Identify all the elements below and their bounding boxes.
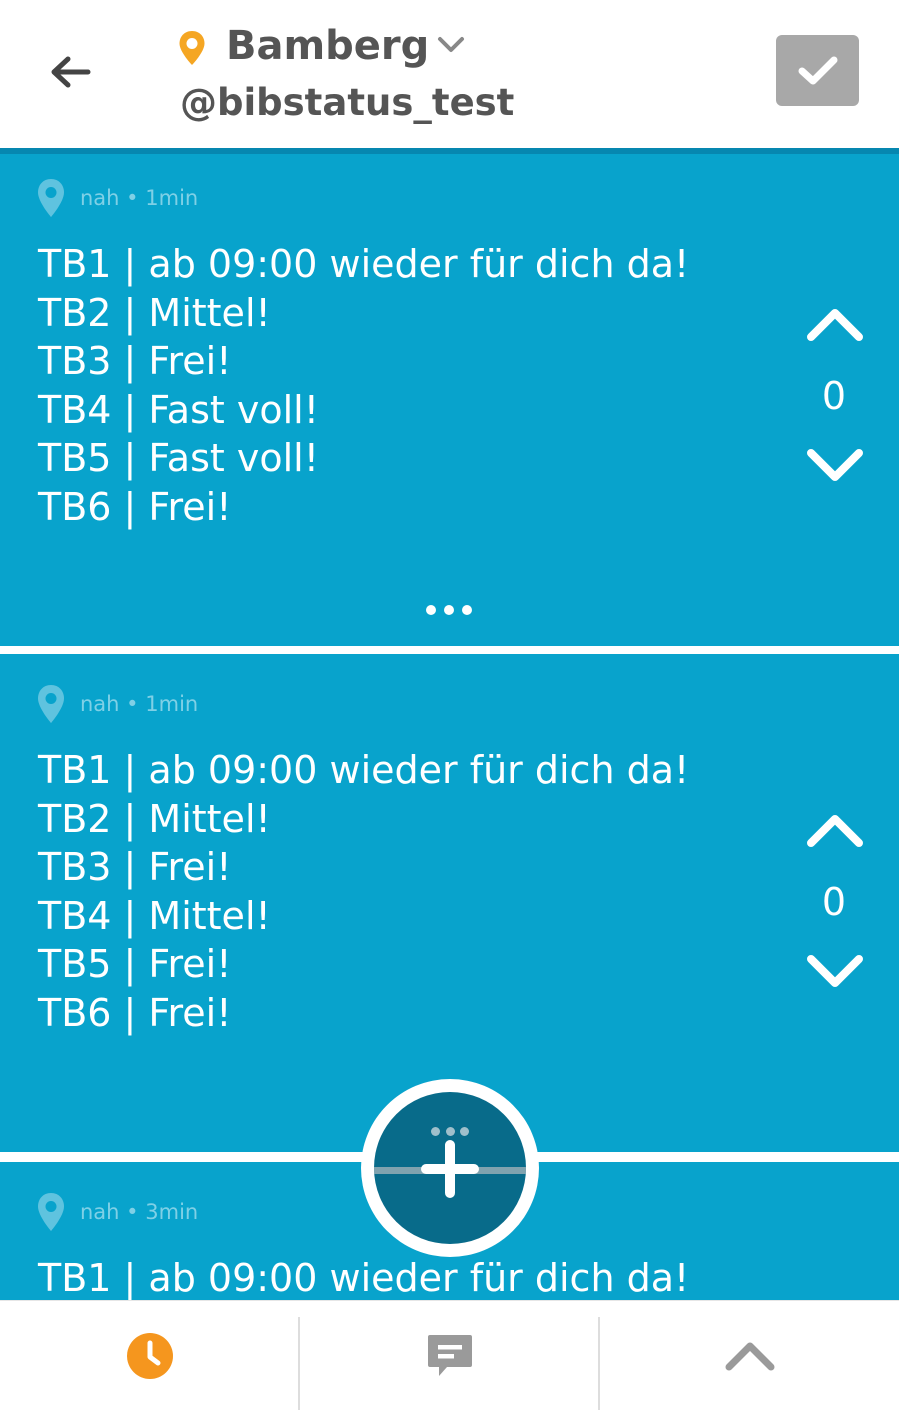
location-pin-icon: [38, 685, 64, 723]
post-line: TB3 | Frei!: [38, 339, 232, 383]
post-line: TB1 | ab 09:00 wieder für dich da!: [38, 748, 690, 792]
post-meta: nah • 1min: [36, 178, 198, 218]
post-meta-text: nah • 1min: [80, 186, 199, 210]
post-meta: nah • 3min: [36, 1192, 198, 1232]
post-distance: nah: [80, 692, 120, 716]
confirm-button[interactable]: [776, 35, 859, 106]
post-meta-text: nah • 1min: [80, 692, 199, 716]
post-line: TB4 | Fast voll!: [38, 387, 319, 432]
chevron-up-icon: [725, 1342, 774, 1371]
post-age: 1min: [145, 186, 199, 210]
nav-tab-top[interactable]: [600, 1301, 899, 1410]
post-line: TB2 | Mittel!: [38, 796, 271, 841]
post-line: TB1 | ab 09:00 wieder für dich da!: [38, 242, 690, 286]
post-age: 3min: [145, 1200, 199, 1224]
post-body: TB1 | ab 09:00 wieder für dich da! TB2 | …: [38, 240, 689, 531]
vote-count: 0: [821, 374, 847, 418]
location-pin-icon: [38, 1193, 64, 1231]
chat-icon: [427, 1335, 472, 1376]
city-selector[interactable]: Bamberg: [226, 20, 429, 72]
fab-circle: [374, 1092, 526, 1244]
post-body: TB1 | ab 09:00 wieder für dich da! TB2 | …: [38, 746, 689, 1037]
header-shadow: [0, 148, 899, 154]
post-line: TB5 | Frei!: [38, 942, 232, 986]
chevron-down-icon[interactable]: [436, 34, 466, 56]
post-distance: nah: [80, 1200, 120, 1224]
post-meta: nah • 1min: [36, 684, 198, 724]
checkmark-icon: [798, 56, 837, 84]
upvote-icon[interactable]: [806, 306, 864, 342]
location-pin-icon: [179, 31, 205, 65]
downvote-icon[interactable]: [806, 954, 864, 990]
nav-tab-recent[interactable]: [0, 1301, 299, 1410]
downvote-icon[interactable]: [806, 448, 864, 484]
channel-handle: @bibstatus_test: [180, 81, 515, 124]
clock-icon: [126, 1333, 173, 1379]
post-age: 1min: [145, 692, 199, 716]
more-dots-icon: [431, 1127, 469, 1137]
bottom-navigation: [0, 1300, 899, 1410]
nav-tab-comments[interactable]: [300, 1301, 599, 1410]
plus-icon: [421, 1140, 479, 1198]
post-distance: nah: [80, 186, 120, 210]
post-body: TB1 | ab 09:00 wieder für dich da!: [38, 1254, 689, 1300]
post-line: TB4 | Mittel!: [38, 893, 271, 938]
vote-count: 0: [821, 880, 847, 924]
post-card[interactable]: nah • 1min TB1 | ab 09:00 wieder für dic…: [0, 148, 899, 646]
new-post-button[interactable]: [361, 1079, 539, 1257]
arrow-left-icon: [51, 56, 91, 88]
post-line: TB5 | Fast voll!: [38, 436, 319, 480]
post-line: TB2 | Mittel!: [38, 290, 271, 335]
upvote-icon[interactable]: [806, 812, 864, 848]
post-line: TB6 | Frei!: [38, 990, 232, 1035]
post-meta-text: nah • 3min: [80, 1200, 199, 1224]
app-header: Bamberg @bibstatus_test: [0, 0, 899, 148]
post-card[interactable]: nah • 1min TB1 | ab 09:00 wieder für dic…: [0, 654, 899, 1152]
more-options-button[interactable]: [426, 598, 472, 622]
post-line: TB3 | Frei!: [38, 845, 232, 889]
location-pin-icon: [38, 179, 64, 217]
post-line: TB1 | ab 09:00 wieder für dich da!: [38, 1256, 690, 1300]
back-button[interactable]: [46, 48, 94, 96]
post-line: TB6 | Frei!: [38, 484, 232, 529]
